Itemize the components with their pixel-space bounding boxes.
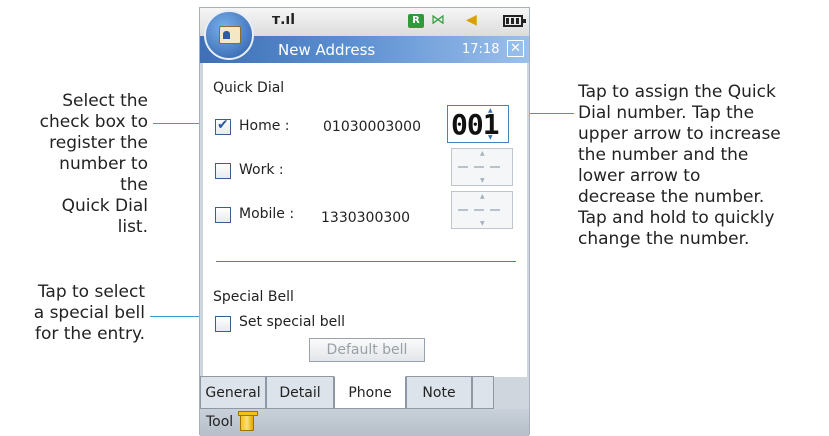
decrease-arrow-icon[interactable]: ▼ <box>480 177 485 184</box>
battery-icon <box>503 15 526 27</box>
clock: 17:18 <box>462 42 500 57</box>
tab-phone[interactable]: Phone <box>334 376 406 409</box>
decrease-arrow-icon[interactable]: ▼ <box>480 220 485 227</box>
tab-empty <box>472 376 494 409</box>
page-title: New Address <box>278 41 376 59</box>
trash-icon[interactable] <box>238 411 258 431</box>
mobile-number: 1330300300 <box>321 210 411 226</box>
home-checkbox[interactable] <box>215 117 231 135</box>
close-button[interactable]: ✕ <box>507 40 524 57</box>
roaming-indicator: R <box>408 14 424 28</box>
work-label: Work : <box>239 162 284 178</box>
home-label: Home : <box>239 118 290 134</box>
bluetooth-icon: ⋈ <box>431 12 445 28</box>
decrease-arrow-icon[interactable]: ▼ <box>488 134 493 141</box>
signal-icon: ᴛ.ıl <box>272 12 296 28</box>
tab-detail[interactable]: Detail <box>266 376 334 409</box>
tab-general[interactable]: General <box>200 376 266 409</box>
contacts-app-icon[interactable] <box>204 10 254 60</box>
mobile-label: Mobile : <box>239 206 295 222</box>
tab-note[interactable]: Note <box>406 376 472 409</box>
quick-dial-spinner-mobile[interactable]: ▲ ▼ <box>451 191 513 229</box>
quick-dial-spinner-work[interactable]: ▲ ▼ <box>451 148 513 186</box>
special-bell-checkbox[interactable] <box>215 316 231 332</box>
bottom-toolbar: Tool <box>200 409 529 436</box>
increase-arrow-icon[interactable]: ▲ <box>480 150 485 157</box>
special-bell-label: Set special bell <box>239 314 346 330</box>
default-bell-button[interactable]: Default bell <box>309 338 425 362</box>
mobile-checkbox[interactable] <box>215 207 231 223</box>
volume-icon: ◀ <box>466 12 477 28</box>
quick-dial-heading: Quick Dial <box>213 80 285 96</box>
home-number: 01030003000 <box>323 119 421 135</box>
work-checkbox[interactable] <box>215 163 231 179</box>
tab-bar: General Detail Phone Note <box>200 376 529 409</box>
callout-checkbox: Select the check box to register the num… <box>39 91 148 237</box>
callout-quickdial: Tap to assign the Quick Dial number. Tap… <box>578 82 781 249</box>
special-bell-heading: Special Bell <box>213 289 294 305</box>
tool-menu[interactable]: Tool <box>206 414 233 430</box>
section-divider <box>216 261 516 262</box>
form-panel: Quick Dial Home : 01030003000 ▲ 001 ▼ Wo… <box>203 63 527 377</box>
quick-dial-spinner-home[interactable]: ▲ 001 ▼ <box>447 105 509 143</box>
callout-bell: Tap to select a special bell for the ent… <box>33 282 145 344</box>
increase-arrow-icon[interactable]: ▲ <box>480 193 485 200</box>
phone-screen: ᴛ.ıl R ⋈ ◀ New Address 17:18 ✕ Quick Dia… <box>199 7 530 436</box>
